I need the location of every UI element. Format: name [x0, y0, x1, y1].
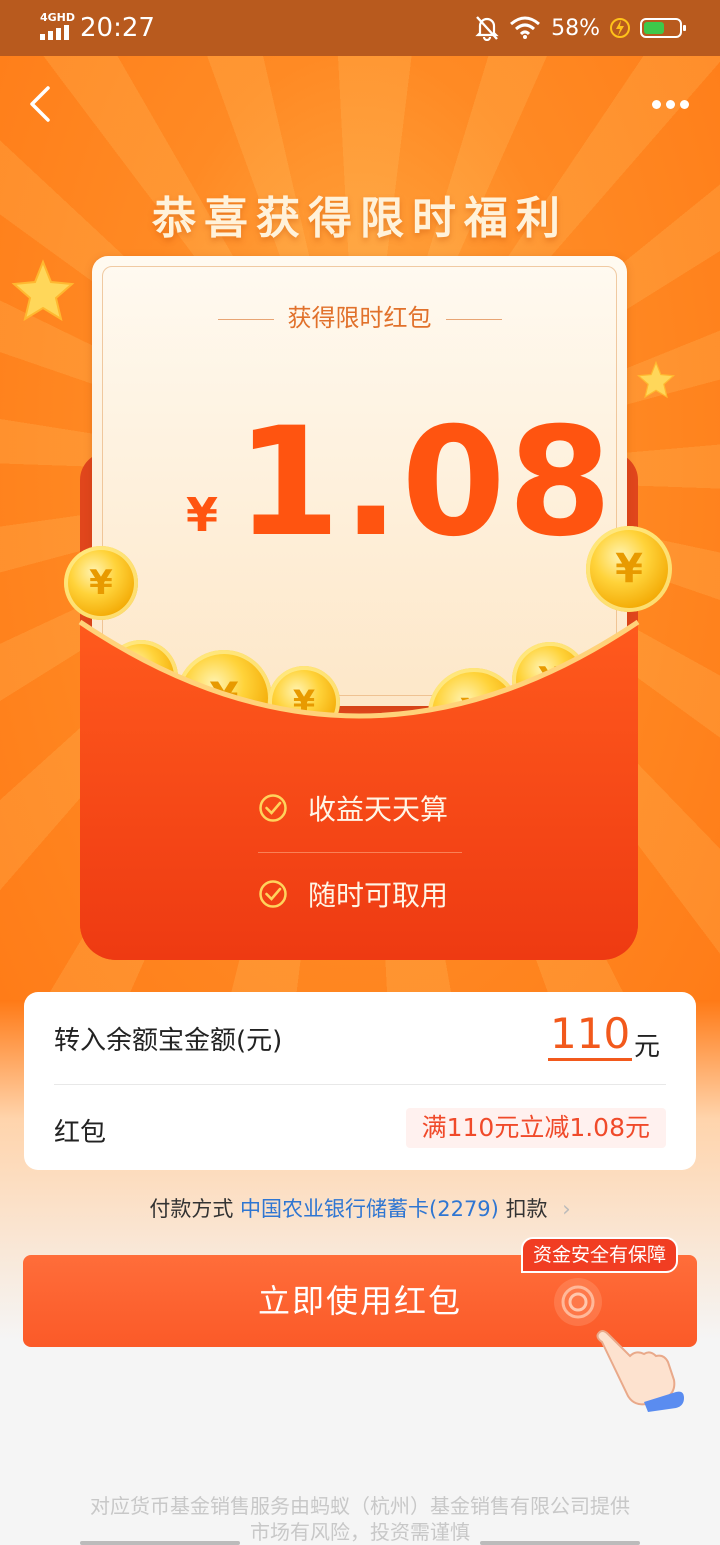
chevron-left-icon[interactable] — [22, 84, 62, 124]
security-badge: 资金安全有保障 — [521, 1237, 679, 1273]
coin-icon: ¥ — [64, 546, 138, 620]
signal-icon — [40, 24, 70, 40]
star-icon — [11, 259, 75, 322]
feature-daily-income: 收益天天算 — [258, 788, 478, 828]
status-bar: 4GHD 20:27 58% — [0, 0, 720, 56]
home-indicator — [480, 1541, 640, 1545]
disclaimer: 对应货币基金销售服务由蚂蚁（杭州）基金销售有限公司提供 市场有风险，投资需谨慎 — [0, 1493, 720, 1545]
mute-bell-icon — [475, 16, 499, 41]
payment-method-selector[interactable]: 付款方式 中国农业银行储蓄卡(2279) 扣款 › — [0, 1193, 720, 1223]
tap-ripple-icon — [554, 1278, 602, 1326]
red-packet-subtitle: 获得限时红包 — [287, 304, 432, 332]
panel-divider — [54, 1084, 666, 1085]
charging-icon — [610, 18, 630, 38]
red-packet-card: 获得限时红包 ¥ 1.08 — [92, 256, 627, 706]
battery-icon — [640, 18, 686, 38]
transfer-amount-unit: 元 — [634, 1032, 661, 1062]
wifi-icon — [510, 16, 541, 39]
transfer-amount-label: 转入余额宝金额(元) — [54, 1026, 283, 1056]
chevron-right-icon[interactable]: › — [562, 1197, 570, 1221]
payment-prefix: 付款方式 — [149, 1197, 234, 1221]
feature-label: 收益天天算 — [308, 793, 449, 826]
home-indicator — [80, 1541, 240, 1545]
clock: 20:27 — [80, 13, 155, 43]
battery-percent: 58% — [551, 15, 600, 41]
transfer-panel: 转入余额宝金额(元) 110 元 红包 满110元立减1.08元 — [24, 992, 696, 1170]
check-circle-icon — [259, 880, 287, 908]
check-circle-icon — [259, 794, 287, 822]
feature-label: 随时可取用 — [308, 879, 449, 912]
pointing-hand-icon — [596, 1330, 684, 1412]
coin-icon: ¥ — [586, 526, 672, 612]
payment-suffix: 扣款 — [505, 1197, 548, 1221]
page-title: 恭喜获得限时福利 — [152, 193, 568, 244]
disclaimer-line-1: 对应货币基金销售服务由蚂蚁（杭州）基金销售有限公司提供 — [90, 1494, 630, 1518]
currency-symbol: ¥ — [186, 488, 219, 542]
feature-withdraw-anytime: 随时可取用 — [258, 874, 478, 914]
feature-divider — [258, 852, 462, 853]
red-packet-discount-tag: 满110元立减1.08元 — [405, 1108, 666, 1148]
red-packet-amount: 1.08 — [236, 396, 615, 570]
star-icon — [636, 360, 676, 399]
payment-bank-card[interactable]: 中国农业银行储蓄卡(2279) — [240, 1197, 499, 1221]
more-dots-icon[interactable] — [652, 92, 696, 116]
red-packet-label: 红包 — [54, 1118, 107, 1148]
network-type: 4GHD — [40, 11, 76, 24]
transfer-amount-input[interactable]: 110 — [548, 1010, 633, 1061]
